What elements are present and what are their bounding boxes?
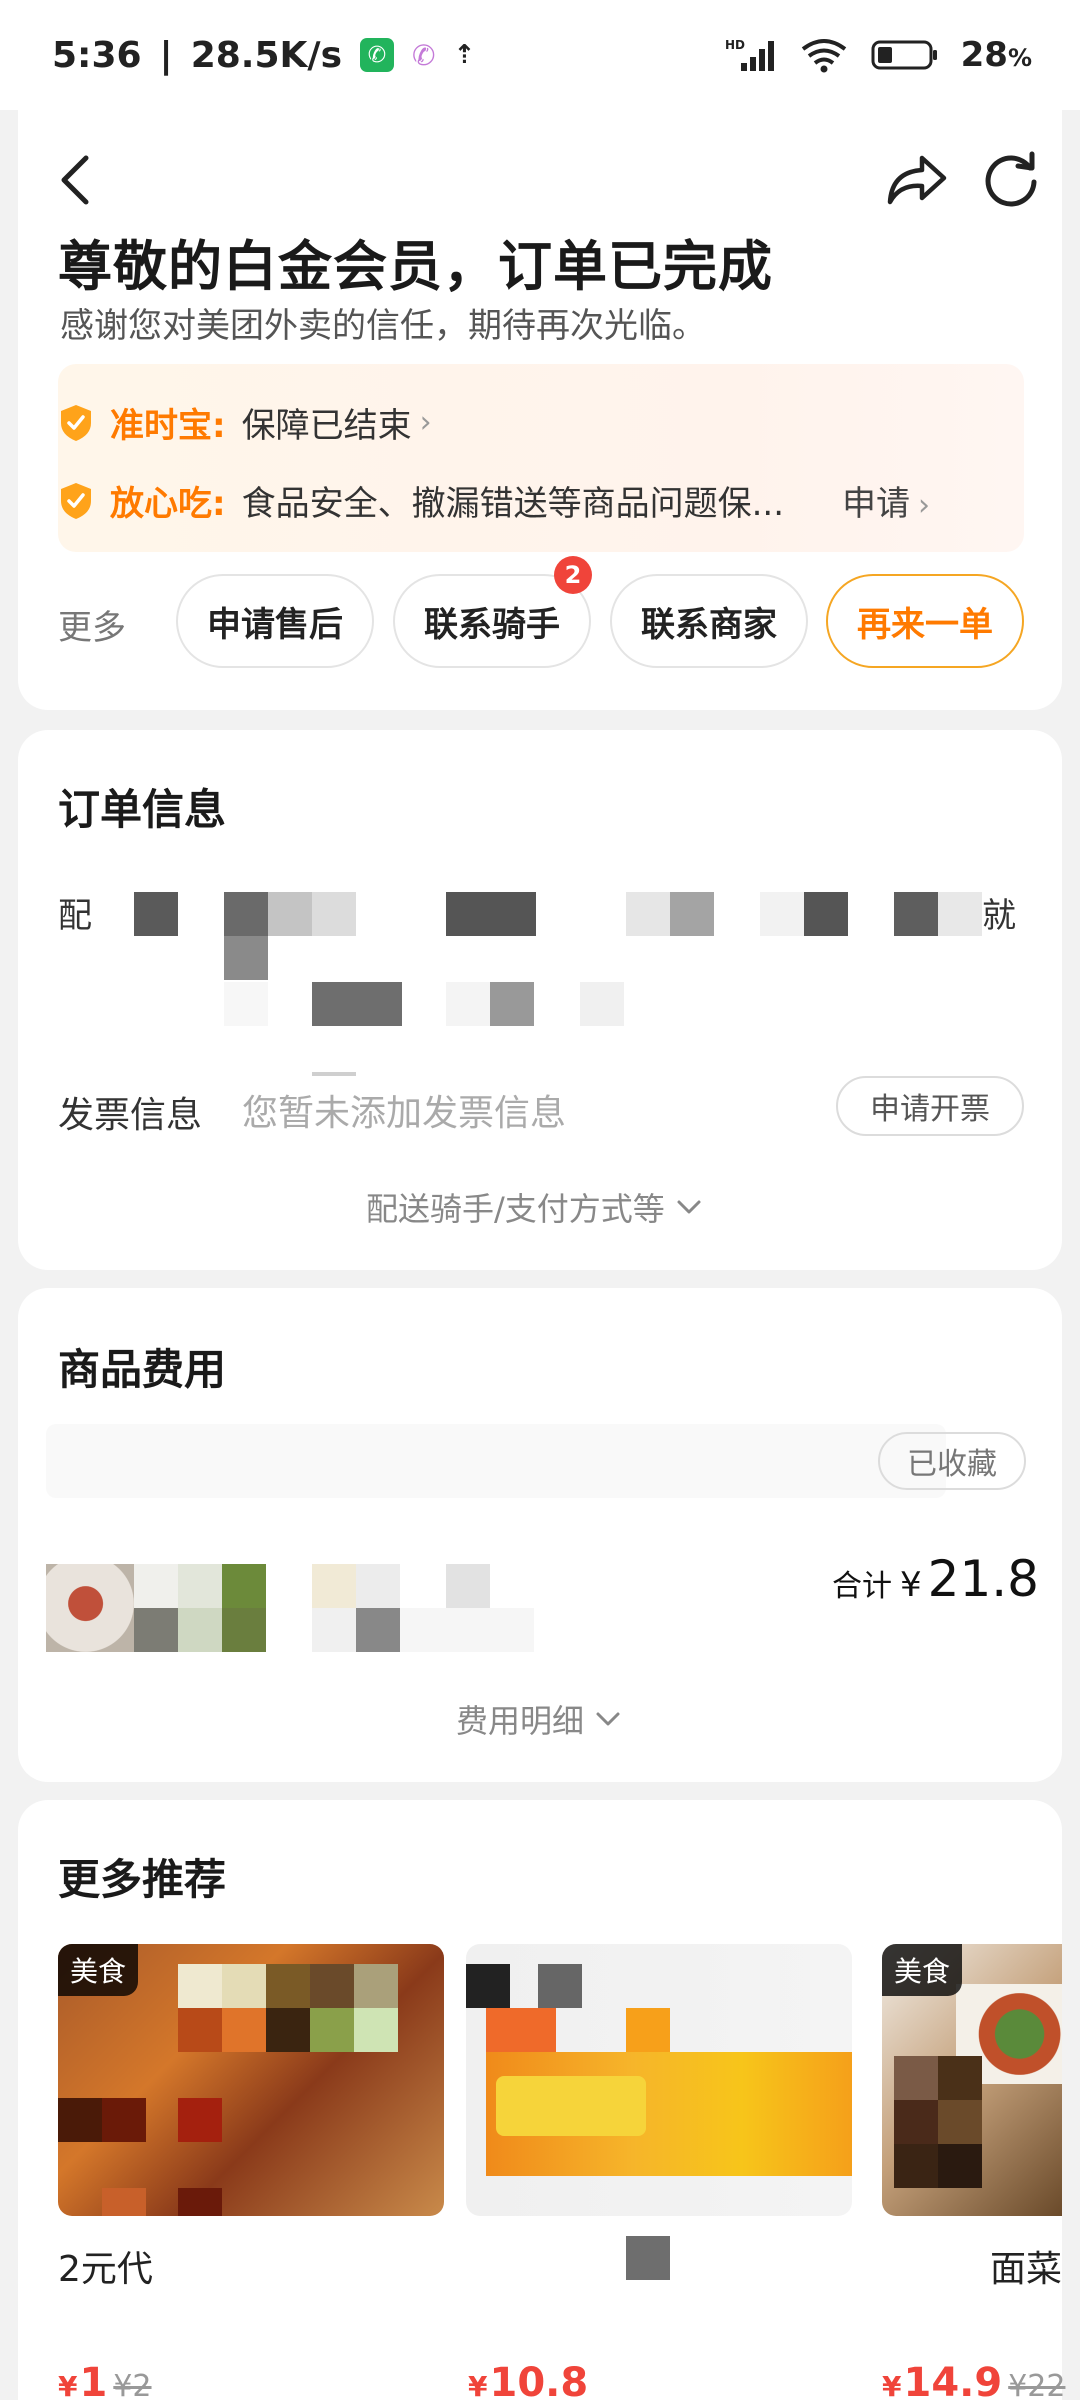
order-info-title: 订单信息 bbox=[58, 785, 227, 834]
recommend-item-image[interactable] bbox=[466, 1944, 852, 2216]
recommend-item-name[interactable]: 2元代 bbox=[58, 2240, 153, 2292]
recommend-title: 更多推荐 bbox=[58, 1855, 227, 1904]
guarantee-safe-eat[interactable]: 放心吃: 食品安全、撤漏错送等商品问题保... bbox=[58, 476, 784, 525]
shield-check-icon bbox=[61, 482, 91, 519]
current-price: 10.8 bbox=[489, 2360, 589, 2400]
total-amount: 21.8 bbox=[927, 1550, 1039, 1608]
apply-label: 申请 bbox=[842, 484, 910, 524]
back-arrow-icon[interactable] bbox=[52, 150, 98, 210]
phone-call-icon: ✆ bbox=[360, 38, 394, 72]
chevron-right-icon: › bbox=[918, 488, 930, 523]
shield-check-icon bbox=[61, 404, 91, 441]
recommend-item-image[interactable]: 美食 bbox=[58, 1944, 444, 2216]
original-price: ¥22 bbox=[1008, 2369, 1066, 2400]
more-label[interactable]: 更多 bbox=[58, 600, 126, 649]
recommend-item-name[interactable]: 面菜 bbox=[990, 2240, 1062, 2292]
category-tag: 美食 bbox=[882, 1944, 963, 1996]
reorder-button[interactable]: 再来一单 bbox=[826, 574, 1024, 668]
delivery-info-partial-end: 就 bbox=[982, 896, 1016, 936]
contact-merchant-button[interactable]: 联系商家 bbox=[610, 574, 808, 668]
rider-message-badge: 2 bbox=[554, 556, 592, 594]
currency-symbol: ¥ bbox=[468, 2370, 488, 2400]
delivery-info-partial: 配 bbox=[58, 896, 92, 936]
chevron-right-icon: › bbox=[419, 405, 432, 440]
guarantee-label: 放心吃: bbox=[110, 484, 226, 524]
fees-title: 商品费用 bbox=[58, 1345, 227, 1394]
current-price: 14.9 bbox=[903, 2360, 1003, 2400]
currency-symbol: ¥ bbox=[882, 2370, 902, 2400]
expand-label: 配送骑手/支付方式等 bbox=[366, 1190, 665, 1228]
guarantee-label: 准时宝: bbox=[110, 406, 226, 446]
after-sale-button[interactable]: 申请售后 bbox=[176, 574, 374, 668]
invoice-label: 发票信息 bbox=[58, 1095, 203, 1136]
battery-level: 28% bbox=[960, 35, 1032, 75]
redacted-store-row bbox=[46, 1424, 946, 1498]
favorited-button[interactable]: 已收藏 bbox=[878, 1432, 1026, 1490]
recommend-item-price: ¥ 10.8 bbox=[468, 2360, 594, 2400]
guarantee-text: 保障已结束 bbox=[241, 406, 412, 446]
category-tag: 美食 bbox=[58, 1944, 139, 1996]
svg-text:HD: HD bbox=[725, 38, 745, 52]
chevron-down-icon bbox=[677, 1200, 701, 1214]
currency-symbol: ¥ bbox=[900, 1565, 922, 1605]
recommend-item-price: ¥ 1 ¥2 bbox=[58, 2360, 152, 2400]
original-price: ¥2 bbox=[113, 2369, 152, 2400]
total-label: 合计 bbox=[832, 1569, 892, 1604]
fee-details-label: 费用明细 bbox=[456, 1702, 585, 1740]
status-bar: 5:36 | 28.5K/s ✆ ✆ ⇡ HD 28% bbox=[0, 0, 1080, 110]
current-price: 1 bbox=[79, 2360, 108, 2400]
clock: 5:36 bbox=[52, 34, 142, 76]
guarantee-apply-link[interactable]: 申请 › bbox=[842, 476, 930, 525]
refresh-icon[interactable] bbox=[980, 148, 1042, 210]
page-title: 尊敬的白金会员，订单已完成 bbox=[58, 235, 773, 298]
expand-delivery-details[interactable]: 配送骑手/支付方式等 bbox=[366, 1184, 703, 1230]
divider: | bbox=[159, 34, 173, 76]
recommend-item-price: ¥ 14.9 ¥22 bbox=[882, 2360, 1065, 2400]
request-invoice-button[interactable]: 申请开票 bbox=[836, 1076, 1024, 1136]
chevron-down-icon bbox=[596, 1712, 620, 1726]
page-subtitle: 感谢您对美团外卖的信任，期待再次光临。 bbox=[60, 306, 706, 346]
recommend-item-image[interactable]: 美食 bbox=[882, 1944, 1062, 2216]
guarantee-ontime[interactable]: 准时宝: 保障已结束 › bbox=[58, 398, 432, 447]
wifi-icon bbox=[799, 37, 849, 73]
invoice-value: 您暂未添加发票信息 bbox=[242, 1093, 567, 1134]
guarantee-text: 食品安全、撤漏错送等商品问题保... bbox=[241, 484, 785, 524]
fee-details-toggle[interactable]: 费用明细 bbox=[456, 1696, 622, 1742]
redacted-item-name bbox=[626, 2236, 670, 2280]
currency-symbol: ¥ bbox=[58, 2370, 78, 2400]
order-total: 合计 ¥ 21.8 bbox=[832, 1550, 1039, 1608]
hd-signal-icon: HD bbox=[725, 37, 777, 73]
share-icon[interactable] bbox=[884, 150, 950, 210]
battery-icon bbox=[871, 39, 939, 71]
network-speed: 28.5K/s bbox=[190, 34, 342, 76]
person-up-icon: ⇡ bbox=[453, 40, 476, 70]
missed-call-icon: ✆ bbox=[412, 38, 436, 72]
